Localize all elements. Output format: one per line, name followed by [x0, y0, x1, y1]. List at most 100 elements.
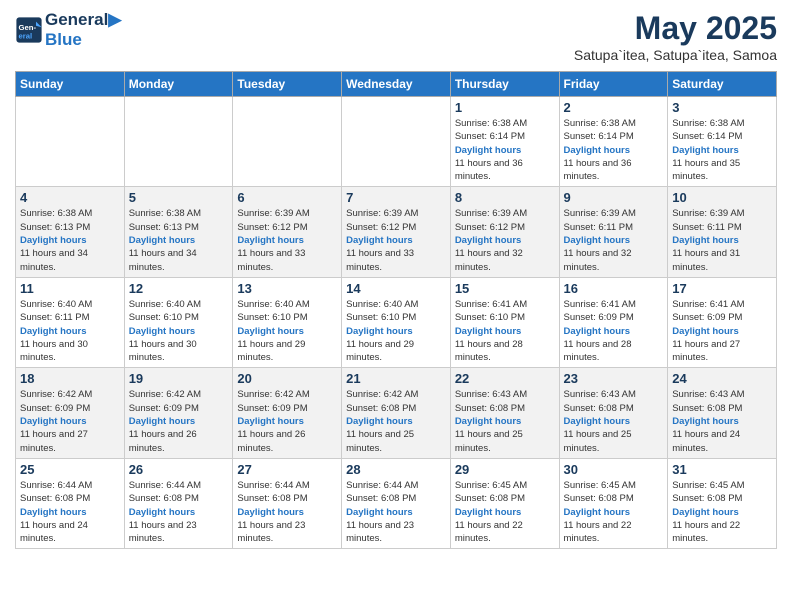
day-info: Sunrise: 6:42 AMSunset: 6:08 PMDaylight …: [346, 388, 446, 454]
day-number: 5: [129, 190, 229, 205]
daylight-hours: Daylight hours11 hours and 22 minutes.: [672, 507, 740, 545]
daylight-hours: Daylight hours11 hours and 34 minutes.: [20, 235, 88, 273]
day-number: 3: [672, 100, 772, 115]
day-header-sunday: Sunday: [16, 72, 125, 97]
daylight-hours: Daylight hours11 hours and 28 minutes.: [564, 326, 632, 364]
logo-text: General▶ Blue: [45, 10, 121, 49]
day-number: 13: [237, 281, 337, 296]
calendar-cell: 24 Sunrise: 6:43 AMSunset: 6:08 PMDayligh…: [668, 368, 777, 458]
day-number: 12: [129, 281, 229, 296]
calendar-week-4: 18Sunrise: 6:42 AMSunset: 6:09 PMDayligh…: [16, 368, 777, 458]
calendar-cell: 6Sunrise: 6:39 AMSunset: 6:12 PMDaylight…: [233, 187, 342, 277]
daylight-hours: Daylight hours11 hours and 29 minutes.: [237, 326, 305, 364]
day-number: 14: [346, 281, 446, 296]
daylight-hours: Daylight hours11 hours and 28 minutes.: [455, 326, 523, 364]
day-number: 27: [237, 462, 337, 477]
day-info: Sunrise: 6:43 AMSunset: 6:08 PMDaylight …: [564, 388, 664, 454]
day-info: Sunrise: 6:45 AMSunset: 6:08 PMDaylight …: [564, 479, 664, 545]
day-info: Sunrise: 6:44 AMSunset: 6:08 PMDaylight …: [346, 479, 446, 545]
daylight-hours: Daylight hours11 hours and 23 minutes.: [237, 507, 305, 545]
calendar-cell: 4Sunrise: 6:38 AMSunset: 6:13 PMDaylight…: [16, 187, 125, 277]
day-number: 1: [455, 100, 555, 115]
day-info: Sunrise: 6:45 AMSunset: 6:08 PMDaylight …: [455, 479, 555, 545]
day-number: 4: [20, 190, 120, 205]
day-number: 30: [564, 462, 664, 477]
daylight-hours: Daylight hours11 hours and 35 minutes.: [672, 145, 740, 183]
calendar-cell: 28 Sunrise: 6:44 AMSunset: 6:08 PMDayligh…: [342, 458, 451, 548]
day-header-thursday: Thursday: [450, 72, 559, 97]
day-number: 10: [672, 190, 772, 205]
day-info: Sunrise: 6:38 AMSunset: 6:14 PMDaylight …: [455, 117, 555, 183]
calendar-cell: 19Sunrise: 6:42 AMSunset: 6:09 PMDayligh…: [124, 368, 233, 458]
daylight-hours: Daylight hours11 hours and 23 minutes.: [129, 507, 197, 545]
day-number: 28: [346, 462, 446, 477]
month-title: May 2025: [574, 10, 777, 47]
daylight-hours: Daylight hours11 hours and 33 minutes.: [346, 235, 414, 273]
daylight-hours: Daylight hours11 hours and 26 minutes.: [237, 416, 305, 454]
day-number: 16: [564, 281, 664, 296]
calendar-cell: 8Sunrise: 6:39 AMSunset: 6:12 PMDaylight…: [450, 187, 559, 277]
day-number: 11: [20, 281, 120, 296]
calendar-cell: [233, 97, 342, 187]
day-info: Sunrise: 6:45 AMSunset: 6:08 PMDaylight …: [672, 479, 772, 545]
calendar-header-row: SundayMondayTuesdayWednesdayThursdayFrid…: [16, 72, 777, 97]
day-info: Sunrise: 6:38 AMSunset: 6:14 PMDaylight …: [672, 117, 772, 183]
day-number: 24: [672, 371, 772, 386]
calendar-cell: [124, 97, 233, 187]
daylight-hours: Daylight hours11 hours and 31 minutes.: [672, 235, 740, 273]
day-number: 15: [455, 281, 555, 296]
day-number: 20: [237, 371, 337, 386]
daylight-hours: Daylight hours11 hours and 32 minutes.: [564, 235, 632, 273]
day-number: 31: [672, 462, 772, 477]
day-header-monday: Monday: [124, 72, 233, 97]
calendar-cell: 17 Sunrise: 6:41 AMSunset: 6:09 PMDayligh…: [668, 277, 777, 367]
day-info: Sunrise: 6:41 AMSunset: 6:09 PMDaylight …: [564, 298, 664, 364]
calendar-cell: 26Sunrise: 6:44 AMSunset: 6:08 PMDayligh…: [124, 458, 233, 548]
day-info: Sunrise: 6:39 AMSunset: 6:11 PMDaylight …: [564, 207, 664, 273]
day-info: Sunrise: 6:39 AMSunset: 6:12 PMDaylight …: [237, 207, 337, 273]
day-info: Sunrise: 6:40 AMSunset: 6:10 PMDaylight …: [346, 298, 446, 364]
daylight-hours: Daylight hours11 hours and 30 minutes.: [129, 326, 197, 364]
daylight-hours: Daylight hours11 hours and 24 minutes.: [672, 416, 740, 454]
day-header-wednesday: Wednesday: [342, 72, 451, 97]
day-number: 17: [672, 281, 772, 296]
day-info: Sunrise: 6:41 AMSunset: 6:10 PMDaylight …: [455, 298, 555, 364]
day-info: Sunrise: 6:40 AMSunset: 6:10 PMDaylight …: [129, 298, 229, 364]
calendar-cell: 16 Sunrise: 6:41 AMSunset: 6:09 PMDayligh…: [559, 277, 668, 367]
day-number: 7: [346, 190, 446, 205]
daylight-hours: Daylight hours11 hours and 25 minutes.: [564, 416, 632, 454]
day-info: Sunrise: 6:43 AMSunset: 6:08 PMDaylight …: [672, 388, 772, 454]
calendar-week-5: 25Sunrise: 6:44 AMSunset: 6:08 PMDayligh…: [16, 458, 777, 548]
title-area: May 2025 Satupa`itea, Satupa`itea, Samoa: [574, 10, 777, 63]
day-info: Sunrise: 6:38 AMSunset: 6:13 PMDaylight …: [129, 207, 229, 273]
daylight-hours: Daylight hours11 hours and 25 minutes.: [455, 416, 523, 454]
day-info: Sunrise: 6:40 AMSunset: 6:11 PMDaylight …: [20, 298, 120, 364]
daylight-hours: Daylight hours11 hours and 32 minutes.: [455, 235, 523, 273]
calendar-cell: 3 Sunrise: 6:38 AMSunset: 6:14 PMDaylight…: [668, 97, 777, 187]
day-header-tuesday: Tuesday: [233, 72, 342, 97]
daylight-hours: Daylight hours11 hours and 26 minutes.: [129, 416, 197, 454]
daylight-hours: Daylight hours11 hours and 36 minutes.: [455, 145, 523, 183]
daylight-hours: Daylight hours11 hours and 27 minutes.: [672, 326, 740, 364]
calendar-cell: 20Sunrise: 6:42 AMSunset: 6:09 PMDayligh…: [233, 368, 342, 458]
daylight-hours: Daylight hours11 hours and 25 minutes.: [346, 416, 414, 454]
daylight-hours: Daylight hours11 hours and 27 minutes.: [20, 416, 88, 454]
calendar-table: SundayMondayTuesdayWednesdayThursdayFrid…: [15, 71, 777, 549]
daylight-hours: Daylight hours11 hours and 24 minutes.: [20, 507, 88, 545]
calendar-week-2: 4 Sunrise: 6:38 AMSunset: 6:13 PMDaylight…: [16, 187, 777, 277]
day-number: 23: [564, 371, 664, 386]
calendar-cell: 27Sunrise: 6:44 AMSunset: 6:08 PMDayligh…: [233, 458, 342, 548]
day-info: Sunrise: 6:42 AMSunset: 6:09 PMDaylight …: [129, 388, 229, 454]
day-info: Sunrise: 6:41 AMSunset: 6:09 PMDaylight …: [672, 298, 772, 364]
day-number: 29: [455, 462, 555, 477]
daylight-hours: Daylight hours11 hours and 22 minutes.: [564, 507, 632, 545]
calendar-cell: 29 Sunrise: 6:45 AMSunset: 6:08 PMDayligh…: [450, 458, 559, 548]
day-header-friday: Friday: [559, 72, 668, 97]
calendar-cell: [342, 97, 451, 187]
calendar-cell: 5 Sunrise: 6:38 AMSunset: 6:13 PMDaylight…: [124, 187, 233, 277]
daylight-hours: Daylight hours11 hours and 34 minutes.: [129, 235, 197, 273]
calendar-cell: 7Sunrise: 6:39 AMSunset: 6:12 PMDaylight…: [342, 187, 451, 277]
daylight-hours: Daylight hours11 hours and 29 minutes.: [346, 326, 414, 364]
day-number: 8: [455, 190, 555, 205]
logo: Gen- eral General▶ Blue: [15, 10, 121, 49]
